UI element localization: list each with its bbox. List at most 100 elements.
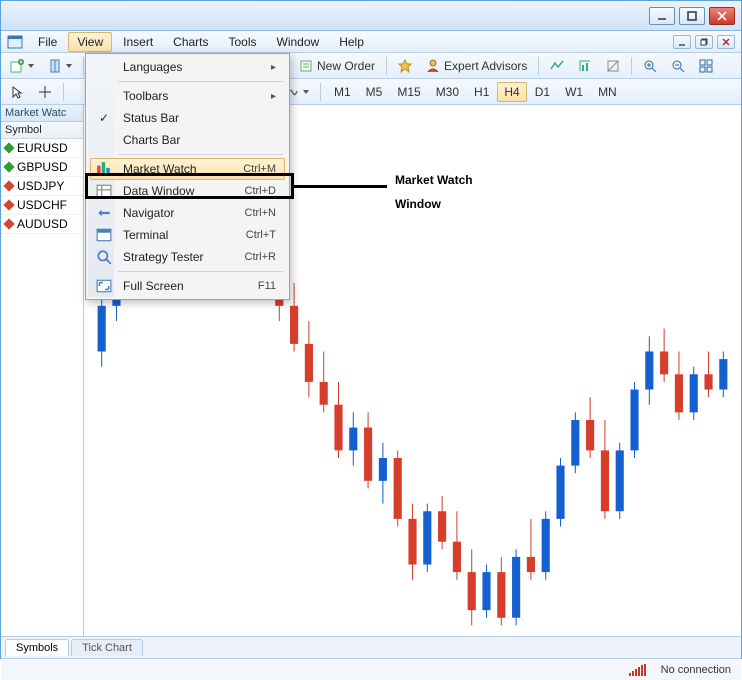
menu-status-bar-label: Status Bar — [123, 111, 179, 125]
menu-data-window-label: Data Window — [123, 184, 194, 198]
window-maximize-button[interactable] — [679, 7, 705, 25]
app-window: File View Insert Charts Tools Window Hel… — [0, 0, 742, 659]
indicators-button[interactable] — [545, 56, 569, 76]
menu-tools[interactable]: Tools — [220, 32, 266, 52]
menu-toolbars[interactable]: Toolbars ▸ — [90, 85, 285, 107]
menu-charts-bar[interactable]: Charts Bar — [90, 129, 285, 151]
symbol-direction-icon — [3, 180, 14, 191]
window-close-button[interactable] — [709, 7, 735, 25]
expert-advisors-button[interactable]: Expert Advisors — [421, 56, 532, 76]
connection-status-text: No connection — [661, 664, 731, 676]
window-titlebar — [1, 1, 741, 31]
market-watch-header: Symbol — [1, 122, 83, 139]
mdi-restore-button[interactable] — [695, 35, 713, 49]
window-minimize-button[interactable] — [649, 7, 675, 25]
crosshair-button[interactable] — [33, 82, 57, 102]
timeframe-m5[interactable]: M5 — [359, 82, 390, 102]
auto-trading-button[interactable] — [393, 56, 417, 76]
menu-navigator[interactable]: Navigator Ctrl+N — [90, 202, 285, 224]
mdi-close-button[interactable] — [717, 35, 735, 49]
symbol-name: USDJPY — [17, 179, 64, 193]
menu-market-watch-shortcut: Ctrl+M — [243, 163, 276, 175]
timeframe-h1[interactable]: H1 — [467, 82, 496, 102]
app-icon — [7, 35, 23, 49]
navigator-icon — [96, 205, 112, 221]
menu-insert[interactable]: Insert — [114, 32, 162, 52]
mdi-minimize-button[interactable] — [673, 35, 691, 49]
connection-signal-icon — [629, 664, 653, 676]
cursor-button[interactable] — [5, 82, 29, 102]
check-icon: ✓ — [99, 111, 109, 125]
menu-full-screen[interactable]: Full Screen F11 — [90, 275, 285, 297]
new-chart-button[interactable] — [5, 56, 39, 76]
menu-fullscreen-shortcut: F11 — [258, 280, 276, 292]
symbol-name: USDCHF — [17, 198, 67, 212]
periodicity-button[interactable] — [573, 56, 597, 76]
market-watch-icon — [96, 161, 112, 177]
templates-button[interactable] — [601, 56, 625, 76]
tab-tick-chart[interactable]: Tick Chart — [71, 639, 143, 656]
new-order-button[interactable]: New Order — [294, 56, 380, 76]
symbol-direction-icon — [3, 218, 14, 229]
menu-file[interactable]: File — [29, 32, 66, 52]
menu-terminal[interactable]: Terminal Ctrl+T — [90, 224, 285, 246]
menu-navigator-label: Navigator — [123, 206, 174, 220]
menu-languages[interactable]: Languages ▸ — [90, 56, 285, 78]
market-watch-row[interactable]: USDJPY — [1, 177, 83, 196]
expert-advisors-label: Expert Advisors — [444, 59, 527, 73]
menubar: File View Insert Charts Tools Window Hel… — [1, 31, 741, 53]
menu-help[interactable]: Help — [330, 32, 373, 52]
symbol-direction-icon — [3, 199, 14, 210]
menu-data-window-shortcut: Ctrl+D — [245, 185, 276, 197]
profiles-button[interactable] — [43, 56, 77, 76]
menu-view[interactable]: View — [68, 32, 112, 52]
menu-strategy-tester[interactable]: Strategy Tester Ctrl+R — [90, 246, 285, 268]
submenu-arrow-icon: ▸ — [271, 62, 276, 73]
menu-languages-label: Languages — [123, 60, 182, 74]
menu-strategy-shortcut: Ctrl+R — [245, 251, 276, 263]
submenu-arrow-icon: ▸ — [271, 91, 276, 102]
data-window-icon — [96, 183, 112, 199]
market-watch-row[interactable]: AUDUSD — [1, 215, 83, 234]
new-order-label: New Order — [317, 59, 375, 73]
menu-fullscreen-label: Full Screen — [123, 279, 184, 293]
timeframe-mn[interactable]: MN — [591, 82, 624, 102]
market-watch-row[interactable]: EURUSD — [1, 139, 83, 158]
zoom-in-button[interactable] — [638, 56, 662, 76]
menu-terminal-shortcut: Ctrl+T — [246, 229, 276, 241]
menu-window[interactable]: Window — [268, 32, 329, 52]
menu-charts[interactable]: Charts — [164, 32, 217, 52]
market-watch-row[interactable]: USDCHF — [1, 196, 83, 215]
menu-toolbars-label: Toolbars — [123, 89, 168, 103]
view-menu-dropdown: Languages ▸ Toolbars ▸ ✓ Status Bar Char… — [85, 53, 290, 300]
market-watch-row[interactable]: GBPUSD — [1, 158, 83, 177]
market-watch-title: Market Watc — [1, 105, 83, 122]
strategy-tester-icon — [96, 249, 112, 265]
symbol-direction-icon — [3, 161, 14, 172]
fullscreen-icon — [96, 278, 112, 294]
timeframe-m15[interactable]: M15 — [390, 82, 427, 102]
zoom-out-button[interactable] — [666, 56, 690, 76]
timeframe-h4[interactable]: H4 — [497, 82, 526, 102]
menu-terminal-label: Terminal — [123, 228, 168, 242]
symbol-name: AUDUSD — [17, 217, 68, 231]
menu-data-window[interactable]: Data Window Ctrl+D — [90, 180, 285, 202]
menu-charts-bar-label: Charts Bar — [123, 133, 180, 147]
timeframes-toolbar: M1M5M15M30H1H4D1W1MN — [327, 82, 624, 102]
symbol-direction-icon — [3, 142, 14, 153]
menu-status-bar[interactable]: ✓ Status Bar — [90, 107, 285, 129]
timeframe-w1[interactable]: W1 — [558, 82, 590, 102]
tab-symbols[interactable]: Symbols — [5, 639, 69, 656]
status-bar: No connection — [1, 658, 741, 680]
menu-navigator-shortcut: Ctrl+N — [245, 207, 276, 219]
menu-market-watch[interactable]: Market Watch Ctrl+M — [90, 158, 285, 180]
annotation-arrow — [294, 185, 387, 188]
symbol-name: GBPUSD — [17, 160, 68, 174]
timeframe-d1[interactable]: D1 — [528, 82, 557, 102]
tile-windows-button[interactable] — [694, 56, 718, 76]
menu-strategy-label: Strategy Tester — [123, 250, 203, 264]
annotation-text: Market WatchWindow — [395, 166, 473, 214]
timeframe-m30[interactable]: M30 — [429, 82, 466, 102]
timeframe-m1[interactable]: M1 — [327, 82, 358, 102]
menu-market-watch-label: Market Watch — [123, 162, 197, 176]
